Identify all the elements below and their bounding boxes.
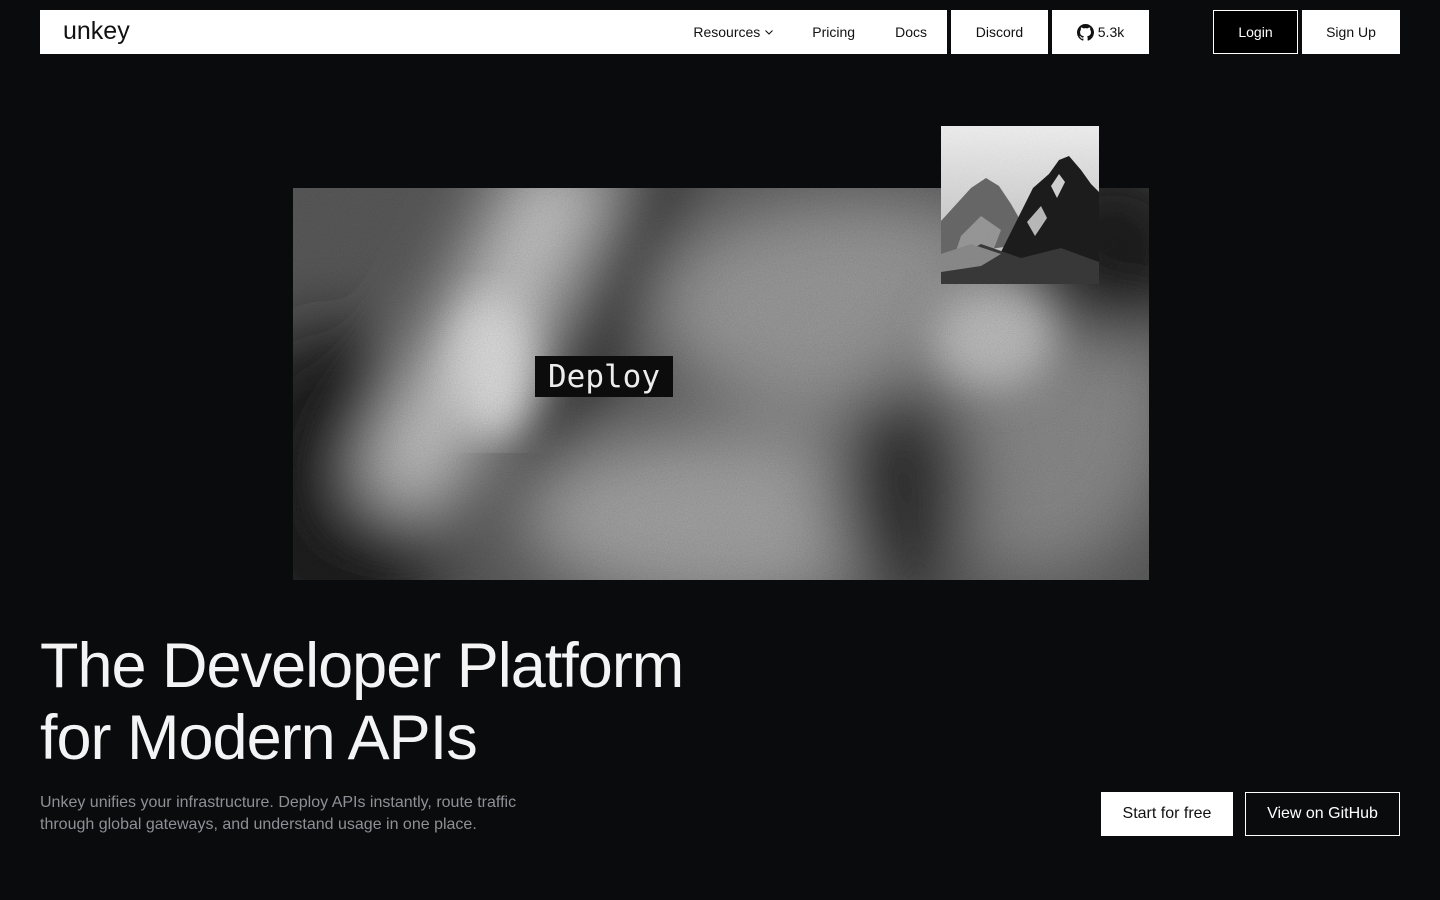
nav-pricing-link[interactable]: Pricing <box>792 10 875 54</box>
start-for-free-button[interactable]: Start for free <box>1101 792 1233 836</box>
discord-label: Discord <box>975 24 1024 40</box>
login-label: Login <box>1238 24 1273 40</box>
discord-button[interactable]: Discord <box>951 10 1048 54</box>
hero-headline: The Developer Platform for Modern APIs <box>40 630 684 774</box>
nav-resources-dropdown[interactable]: Resources <box>673 10 792 54</box>
login-button[interactable]: Login <box>1213 10 1298 54</box>
nav-resources-label: Resources <box>693 24 761 40</box>
signup-button[interactable]: Sign Up <box>1302 10 1400 54</box>
view-on-github-button[interactable]: View on GitHub <box>1245 792 1400 836</box>
unkey-logo[interactable]: unkey <box>63 18 147 46</box>
top-navbar: unkey Resources Pricing Docs <box>40 10 947 54</box>
nav-docs-link[interactable]: Docs <box>875 10 947 54</box>
hero-subtext: Unkey unifies your infrastructure. Deplo… <box>40 794 517 833</box>
signup-label: Sign Up <box>1326 24 1376 40</box>
deploy-tag: Deploy <box>535 356 673 397</box>
start-for-free-label: Start for free <box>1122 805 1212 822</box>
hero-headline-line2: for Modern APIs <box>40 703 478 773</box>
github-stars-button[interactable]: 5.3k <box>1052 10 1149 54</box>
hero-headline-line1: The Developer Platform <box>40 631 684 701</box>
chevron-down-icon <box>765 30 774 35</box>
mountain-photo <box>941 126 1099 284</box>
github-icon <box>1076 23 1094 41</box>
view-on-github-label: View on GitHub <box>1267 805 1378 822</box>
github-stars-count: 5.3k <box>1097 24 1125 40</box>
nav-links: Resources Pricing Docs <box>673 10 947 54</box>
svg-text:unkey: unkey <box>63 18 130 45</box>
